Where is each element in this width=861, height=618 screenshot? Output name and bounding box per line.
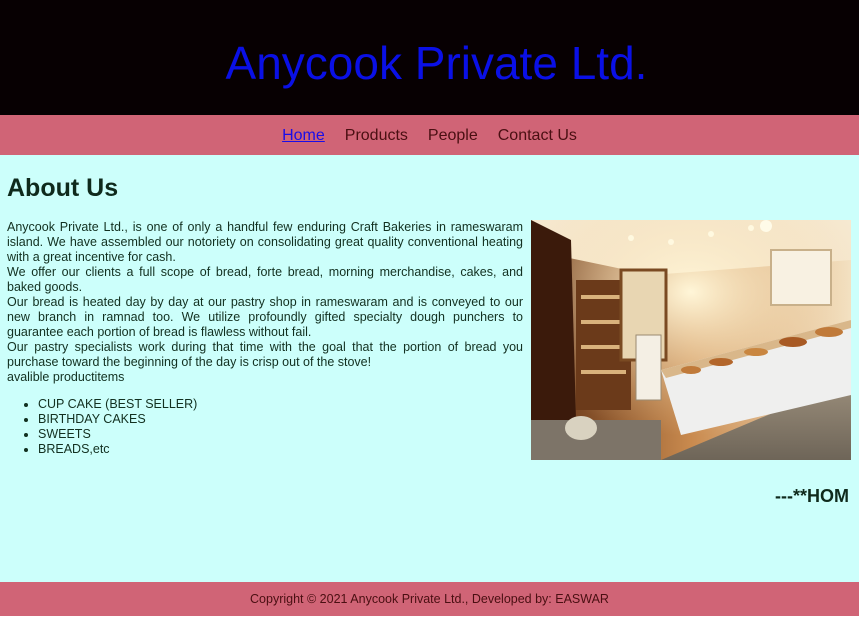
main-nav: Home Products People Contact Us	[0, 115, 859, 155]
product-item: BIRTHDAY CAKES	[38, 412, 197, 427]
nav-link-contact-us[interactable]: Contact Us	[498, 127, 577, 145]
product-list: CUP CAKE (BEST SELLER) BIRTHDAY CAKES SW…	[38, 397, 197, 457]
nav-link-products[interactable]: Products	[345, 127, 408, 145]
products-intro: avalible productitems	[7, 370, 125, 384]
about-paragraph: Our pastry specialists work during that …	[7, 340, 523, 369]
nav-link-home[interactable]: Home	[282, 127, 325, 145]
product-item: CUP CAKE (BEST SELLER)	[38, 397, 197, 412]
nav-link-people[interactable]: People	[428, 127, 478, 145]
about-text: Anycook Private Ltd., is one of only a h…	[7, 220, 523, 385]
copyright-text: Copyright © 2021 Anycook Private Ltd., D…	[250, 592, 609, 606]
product-item: BREADS,etc	[38, 442, 197, 457]
bakery-interior-photo	[531, 220, 851, 460]
site-header: Anycook Private Ltd.	[0, 0, 859, 115]
main-content: About Us Anycook Private Ltd., is one of…	[0, 155, 859, 582]
home-marker-text: ---**HOM	[775, 486, 849, 506]
about-paragraph: We offer our clients a full scope of bre…	[7, 265, 523, 294]
about-paragraph: Anycook Private Ltd., is one of only a h…	[7, 220, 523, 264]
about-paragraph: Our bread is heated day by day at our pa…	[7, 295, 523, 339]
site-title: Anycook Private Ltd.	[225, 36, 648, 89]
page-heading: About Us	[7, 174, 119, 202]
site-footer: Copyright © 2021 Anycook Private Ltd., D…	[0, 582, 859, 616]
product-item: SWEETS	[38, 427, 197, 442]
